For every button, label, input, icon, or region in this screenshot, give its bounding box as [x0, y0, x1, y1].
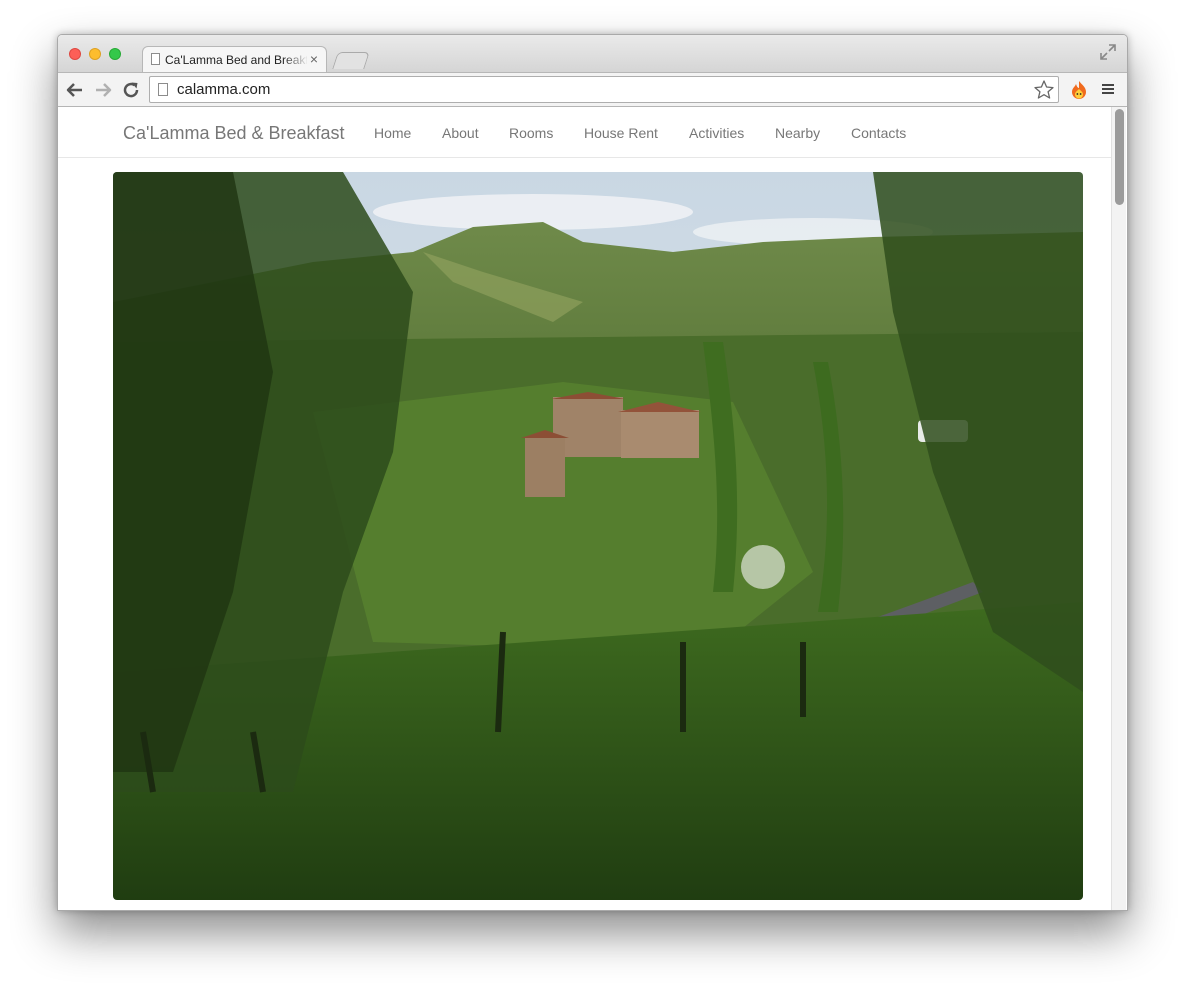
tab-close-icon[interactable]: × [310, 51, 318, 67]
flame-extension-icon[interactable] [1068, 79, 1090, 101]
back-arrow-icon[interactable] [65, 80, 85, 100]
scrollbar-thumb[interactable] [1115, 109, 1124, 205]
reload-icon[interactable] [121, 80, 141, 100]
tab-title-fade [283, 51, 309, 69]
nav-contacts-link[interactable]: Contacts [851, 125, 906, 141]
title-bar: Ca'Lamma Bed and Breakfast × [58, 35, 1127, 72]
browser-window: Ca'Lamma Bed and Breakfast × calamma.com [57, 34, 1128, 911]
nav-activities-link[interactable]: Activities [689, 125, 744, 141]
vertical-scrollbar[interactable] [1111, 107, 1126, 910]
site-navbar: Ca'Lamma Bed & Breakfast Home About Room… [58, 107, 1111, 158]
site-brand-link[interactable]: Ca'Lamma Bed & Breakfast [123, 123, 345, 143]
bookmark-star-icon[interactable] [1033, 79, 1055, 101]
new-tab-button[interactable] [332, 52, 370, 69]
browser-tab[interactable]: Ca'Lamma Bed and Breakfast × [142, 46, 327, 72]
nav-nearby-link[interactable]: Nearby [775, 125, 820, 141]
url-text[interactable]: calamma.com [177, 81, 270, 98]
nav-about-link[interactable]: About [442, 125, 479, 141]
close-window-button[interactable] [69, 48, 81, 60]
menu-hamburger-icon[interactable] [1101, 82, 1115, 96]
page-icon [151, 53, 160, 65]
maximize-window-button[interactable] [109, 48, 121, 60]
minimize-window-button[interactable] [89, 48, 101, 60]
web-page: Ca'Lamma Bed & Breakfast Home About Room… [58, 107, 1111, 910]
page-icon [158, 83, 168, 96]
nav-rooms-link[interactable]: Rooms [509, 125, 553, 141]
nav-house-rent-link[interactable]: House Rent [584, 125, 658, 141]
hero-landscape-image [113, 172, 1083, 900]
landscape-photo [113, 172, 1083, 900]
address-bar[interactable]: calamma.com [149, 76, 1059, 103]
nav-home-link[interactable]: Home [374, 125, 411, 141]
forward-arrow-icon[interactable] [93, 80, 113, 100]
fullscreen-icon[interactable] [1099, 43, 1117, 61]
browser-toolbar: calamma.com [58, 72, 1127, 107]
